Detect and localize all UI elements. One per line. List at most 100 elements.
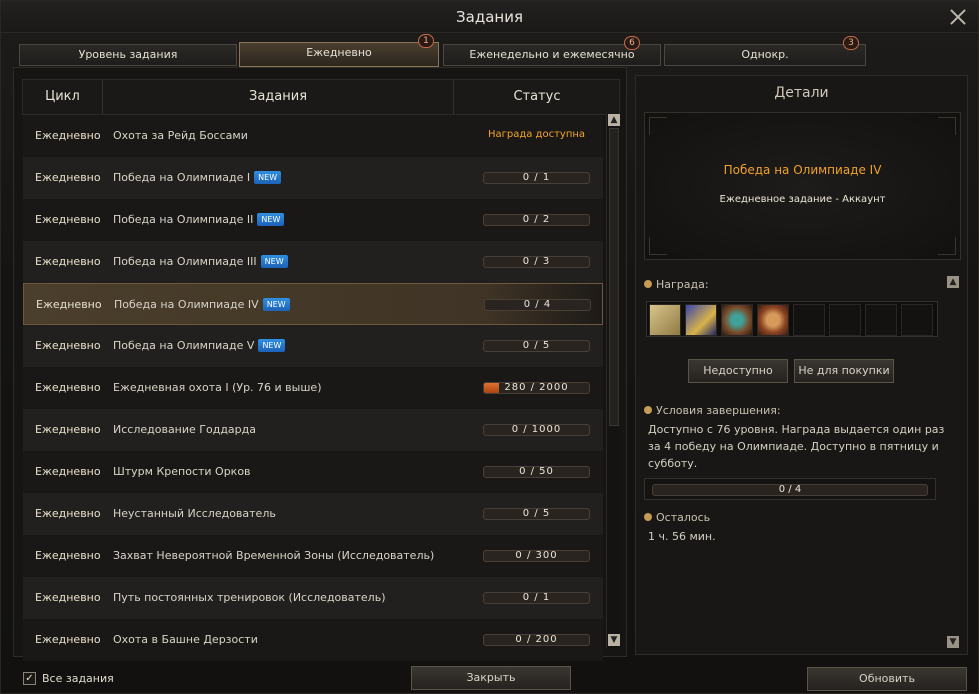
details-title: Детали [774, 85, 829, 101]
scroll-thumb[interactable] [609, 128, 619, 426]
scroll-up-icon[interactable]: ▲ [947, 276, 959, 288]
progress-text: 280 / 2000 [504, 382, 569, 393]
progress-text: 0 / 1 [522, 172, 551, 183]
scroll-icon [644, 406, 652, 414]
remaining-label: Осталось [644, 511, 710, 524]
close-icon[interactable] [948, 7, 968, 27]
scroll-down-icon[interactable]: ▼ [608, 634, 620, 646]
details-progress: 0 / 4 [644, 478, 936, 500]
all-quests-checkbox[interactable]: ✓ [23, 672, 36, 685]
progress-bar: 0 / 1 [483, 172, 590, 184]
row-cycle: Ежедневно [35, 465, 101, 478]
progress-text: 0 / 4 [778, 484, 802, 495]
ornament-corner [938, 117, 956, 135]
tab-one-time[interactable]: Однокр. 3 [664, 36, 866, 66]
row-quest-name: Победа на Олимпиаде IV NEW [114, 298, 290, 311]
new-badge: NEW [254, 171, 282, 184]
progress-bar: 0 / 4 [484, 299, 591, 311]
new-badge: NEW [260, 255, 288, 268]
column-header-cycle[interactable]: Цикл [23, 80, 103, 114]
table-row[interactable]: Ежедневно Победа на Олимпиаде IV NEW 0 / 4 [23, 283, 603, 325]
new-badge: NEW [257, 213, 285, 226]
row-cycle: Ежедневно [35, 381, 101, 394]
tab-badge: 3 [843, 36, 859, 50]
progress-bar: 0 / 200 [483, 634, 590, 646]
row-quest-name: Победа на Олимпиаде II NEW [113, 213, 285, 226]
tab-badge: 6 [624, 36, 640, 50]
progress-text: 0 / 200 [515, 634, 558, 645]
progress-bar: 280 / 2000 [483, 382, 590, 394]
table-row[interactable]: Ежедневно Победа на Олимпиаде III NEW 0 / 3 [23, 241, 603, 283]
row-cycle: Ежедневно [35, 255, 101, 268]
progress-bar: 0 / 300 [483, 550, 590, 562]
tab-badge: 1 [418, 34, 434, 48]
ornament-corner [649, 237, 667, 255]
table-row[interactable]: Ежедневно Захват Невероятной Временной Зо… [23, 535, 603, 577]
quest-type: Ежедневное задание - Аккаунт [719, 194, 886, 205]
progress-text: 0 / 50 [519, 466, 554, 477]
progress-text: 0 / 5 [522, 340, 551, 351]
empty-slot [793, 304, 825, 336]
table-row[interactable]: Ежедневно Победа на Олимпиаде I NEW 0 / 1 [23, 157, 603, 199]
clock-icon [644, 513, 652, 521]
progress-bar: 0 / 2 [483, 214, 590, 226]
tab-quest-level[interactable]: Уровень задания [19, 44, 237, 66]
table-row[interactable]: Ежедневно Охота в Башне Дерзости 0 / 200 [23, 619, 603, 661]
scrollbar[interactable]: ▲ ▼ [606, 114, 620, 648]
row-cycle: Ежедневно [36, 298, 102, 311]
tab-daily[interactable]: Ежедневно 1 [239, 34, 439, 67]
title-bar: Задания [1, 1, 978, 33]
crown-icon[interactable] [685, 304, 717, 336]
refresh-button[interactable]: Обновить [807, 667, 967, 691]
row-cycle: Ежедневно [35, 507, 101, 520]
table-row[interactable]: Ежедневно Путь постоянных тренировок (Исс… [23, 577, 603, 619]
table-row[interactable]: Ежедневно Неустанный Исследователь 0 / 5 [23, 493, 603, 535]
table-header: Цикл Задания Статус [22, 79, 620, 115]
coin-icon[interactable] [757, 304, 789, 336]
amulet-icon[interactable] [721, 304, 753, 336]
unavailable-button[interactable]: Недоступно [688, 359, 788, 383]
progress-text: 0 / 300 [515, 550, 558, 561]
not-for-sale-button[interactable]: Не для покупки [794, 359, 894, 383]
ornament-corner [649, 117, 667, 135]
progress-text: 0 / 1 [522, 592, 551, 603]
row-quest-name: Штурм Крепости Орков [113, 465, 251, 478]
column-header-status[interactable]: Статус [454, 80, 620, 114]
tab-label: Ежедневно [306, 46, 372, 59]
bag-icon [644, 280, 652, 288]
quest-window: Задания Уровень задания Ежедневно 1 Ежен… [0, 0, 979, 694]
tab-label: Уровень задания [78, 48, 178, 61]
progress-bar: 0 / 50 [483, 466, 590, 478]
row-quest-name: Ежедневная охота I (Ур. 76 и выше) [113, 381, 322, 394]
row-cycle: Ежедневно [35, 591, 101, 604]
column-header-quests[interactable]: Задания [103, 80, 454, 114]
progress-bar: 0 / 1000 [483, 424, 590, 436]
table-row[interactable]: Ежедневно Штурм Крепости Орков 0 / 50 [23, 451, 603, 493]
new-badge: NEW [258, 339, 286, 352]
ornament-corner [938, 237, 956, 255]
table-row[interactable]: Ежедневно Охота за Рейд Боссами Награда до… [23, 115, 603, 157]
quest-list-panel: Цикл Задания Статус Ежедневно Охота за Ре… [13, 67, 627, 661]
remaining-time: 1 ч. 56 мин. [648, 530, 716, 543]
tab-weekly-monthly[interactable]: Еженедельно и ежемесячно 6 [443, 36, 661, 66]
progress-text: 0 / 2 [522, 214, 551, 225]
table-row[interactable]: Ежедневно Победа на Олимпиаде II NEW 0 / 2 [23, 199, 603, 241]
close-button[interactable]: Закрыть [411, 666, 571, 690]
scroll-up-icon[interactable]: ▲ [608, 114, 620, 126]
empty-slot [865, 304, 897, 336]
scroll-down-icon[interactable]: ▼ [947, 636, 959, 648]
table-row[interactable]: Ежедневно Ежедневная охота I (Ур. 76 и вы… [23, 367, 603, 409]
scroll-icon[interactable] [649, 304, 681, 336]
row-quest-name: Победа на Олимпиаде V NEW [113, 339, 286, 352]
row-cycle: Ежедневно [35, 633, 101, 646]
empty-slot [901, 304, 933, 336]
table-row[interactable]: Ежедневно Победа на Олимпиаде V NEW 0 / 5 [23, 325, 603, 367]
bottom-bar: ✓ Все задания Закрыть Обновить [1, 661, 978, 694]
row-cycle: Ежедневно [35, 339, 101, 352]
details-box: Победа на Олимпиаде IV Ежедневное задани… [644, 112, 961, 260]
progress-bar: 0 / 3 [483, 256, 590, 268]
progress-bar: 0 / 5 [483, 508, 590, 520]
conditions-label: Условия завершения: [644, 404, 781, 417]
row-cycle: Ежедневно [35, 423, 101, 436]
table-row[interactable]: Ежедневно Исследование Годдарда 0 / 1000 [23, 409, 603, 451]
